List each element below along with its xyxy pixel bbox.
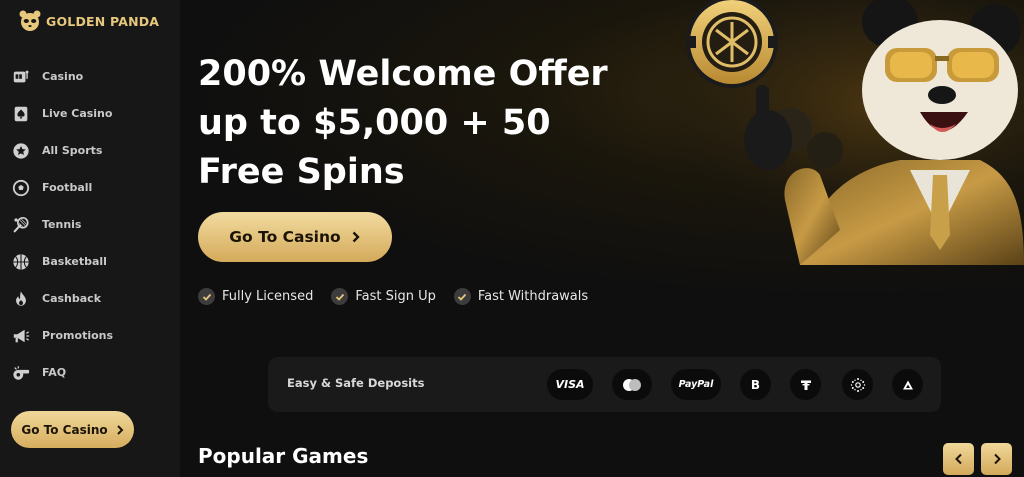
chevron-right-icon bbox=[993, 453, 1001, 465]
feature-item: Fast Withdrawals bbox=[453, 288, 589, 305]
hero-title: 200% Welcome Offer up to $5,000 + 50 Fre… bbox=[198, 50, 638, 197]
sidebar-cta-label: Go To Casino bbox=[21, 422, 108, 437]
hero-title-line-3: Free Spins bbox=[198, 152, 405, 192]
chevron-right-icon bbox=[116, 424, 124, 435]
brand-name: GOLDEN PANDA bbox=[46, 13, 160, 29]
tron-icon bbox=[892, 369, 923, 400]
sidebar: GOLDEN PANDA Casino Live Casino All Spor… bbox=[0, 0, 180, 477]
feature-item: Fully Licensed bbox=[198, 288, 313, 305]
brand-logo[interactable]: GOLDEN PANDA bbox=[18, 9, 159, 33]
bitcoin-label: B bbox=[750, 377, 761, 392]
panda-mascot-illustration bbox=[650, 0, 1024, 265]
main-content: 200% Welcome Offer up to $5,000 + 50 Fre… bbox=[180, 0, 1024, 477]
popular-games-heading: Popular Games bbox=[198, 444, 369, 468]
sidebar-item-label: Tennis bbox=[42, 218, 82, 231]
checkmark-icon bbox=[198, 288, 215, 305]
hero-title-line-1: 200% Welcome Offer bbox=[198, 54, 608, 94]
sidebar-item-faq[interactable]: FAQ bbox=[0, 354, 180, 391]
checkmark-icon bbox=[331, 288, 349, 305]
feature-label: Fast Withdrawals bbox=[477, 289, 589, 304]
sidebar-item-label: Live Casino bbox=[42, 107, 113, 120]
sidebar-item-all-sports[interactable]: All Sports bbox=[0, 132, 180, 169]
sidebar-item-basketball[interactable]: Basketball bbox=[0, 243, 180, 280]
panda-logo-icon bbox=[19, 10, 41, 31]
paypal-label: PayPal bbox=[678, 379, 714, 390]
megaphone-icon bbox=[11, 326, 31, 346]
sidebar-item-label: Cashback bbox=[42, 292, 102, 305]
carousel-next-button[interactable] bbox=[981, 443, 1012, 475]
chevron-left-icon bbox=[954, 453, 962, 465]
football-icon bbox=[11, 178, 31, 198]
feature-label: Fast Sign Up bbox=[355, 289, 436, 304]
feature-item: Fast Sign Up bbox=[331, 288, 436, 305]
sidebar-item-cashback[interactable]: Cashback bbox=[0, 280, 180, 317]
sidebar-item-tennis[interactable]: Tennis bbox=[0, 206, 180, 243]
sidebar-item-label: All Sports bbox=[42, 144, 103, 157]
whistle-icon bbox=[11, 363, 31, 383]
star-badge-icon bbox=[11, 141, 31, 161]
cardano-icon bbox=[842, 369, 873, 400]
tether-icon bbox=[790, 369, 821, 400]
bitcoin-icon: B bbox=[740, 369, 771, 400]
sidebar-item-football[interactable]: Football bbox=[0, 169, 180, 206]
sidebar-item-casino[interactable]: Casino bbox=[0, 58, 180, 95]
visa-label: VISA bbox=[555, 378, 585, 391]
feature-label: Fully Licensed bbox=[222, 289, 314, 304]
sidebar-item-label: Football bbox=[42, 181, 93, 194]
slot-machine-icon bbox=[11, 67, 31, 87]
hero-title-line-2: up to $5,000 + 50 bbox=[198, 103, 551, 143]
sidebar-item-label: Basketball bbox=[42, 255, 107, 268]
flame-icon bbox=[11, 289, 31, 309]
sidebar-item-label: Promotions bbox=[42, 329, 114, 342]
hero-cta-label: Go To Casino bbox=[229, 228, 341, 246]
tennis-racket-icon bbox=[11, 215, 31, 235]
basketball-icon bbox=[11, 252, 31, 272]
sidebar-item-label: FAQ bbox=[42, 366, 67, 379]
deposits-label: Easy & Safe Deposits bbox=[287, 376, 425, 390]
sidebar-item-live-casino[interactable]: Live Casino bbox=[0, 95, 180, 132]
spade-card-icon bbox=[11, 104, 31, 124]
sidebar-item-promotions[interactable]: Promotions bbox=[0, 317, 180, 354]
chevron-right-icon bbox=[352, 231, 360, 243]
checkmark-icon bbox=[453, 288, 471, 305]
carousel-prev-button[interactable] bbox=[943, 443, 974, 475]
sidebar-go-to-casino-button[interactable]: Go To Casino bbox=[11, 411, 134, 448]
paypal-icon: PayPal bbox=[671, 369, 721, 400]
hero-go-to-casino-button[interactable]: Go To Casino bbox=[198, 212, 392, 262]
mastercard-icon bbox=[612, 369, 652, 400]
visa-icon: VISA bbox=[547, 369, 593, 400]
deposits-panel: Easy & Safe Deposits VISA PayPal B bbox=[268, 357, 941, 412]
sidebar-nav: Casino Live Casino All Sports Football T… bbox=[0, 58, 180, 391]
sidebar-item-label: Casino bbox=[42, 70, 84, 83]
feature-list: Fully Licensed Fast Sign Up Fast Withdra… bbox=[198, 288, 588, 305]
